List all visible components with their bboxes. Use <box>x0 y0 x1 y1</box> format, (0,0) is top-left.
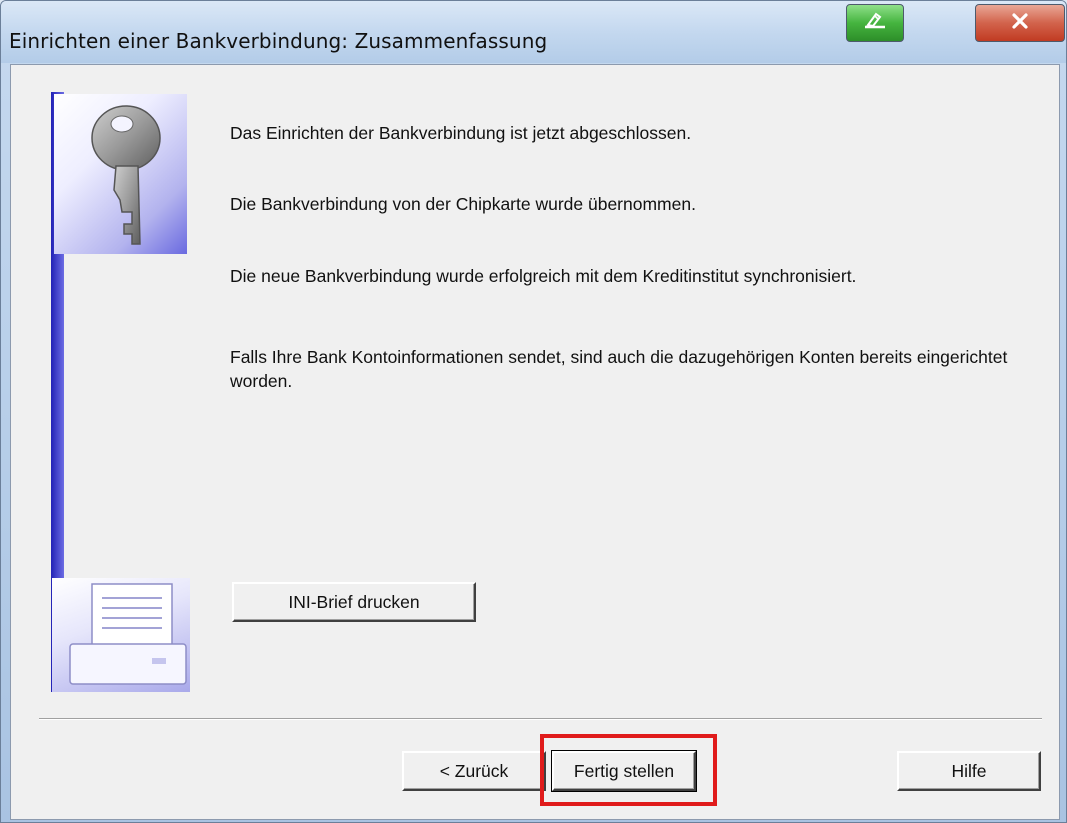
completion-message: Das Einrichten der Bankverbindung ist je… <box>230 123 692 143</box>
ini-letter-print-button[interactable]: INI-Brief drucken <box>232 582 476 622</box>
close-icon <box>1010 12 1030 35</box>
printer-icon <box>52 578 190 692</box>
signature-icon <box>862 10 888 37</box>
key-icon <box>54 94 187 254</box>
footer-separator <box>39 718 1042 720</box>
signature-button[interactable] <box>846 4 904 42</box>
accounts-message: Falls Ihre Bank Kontoinformationen sende… <box>230 347 1008 391</box>
title-bar[interactable]: Einrichten einer Bankverbindung: Zusamme… <box>1 1 1066 63</box>
help-button[interactable]: Hilfe <box>897 751 1041 791</box>
sync-message: Die neue Bankverbindung wurde erfolgreic… <box>230 266 857 286</box>
close-button[interactable] <box>975 4 1065 42</box>
finish-button-highlight <box>540 734 717 806</box>
chipcard-message: Die Bankverbindung von der Chipkarte wur… <box>230 194 696 214</box>
dialog-window: Einrichten einer Bankverbindung: Zusamme… <box>0 0 1067 823</box>
window-title: Einrichten einer Bankverbindung: Zusamme… <box>9 29 548 53</box>
back-button[interactable]: < Zurück <box>402 751 546 791</box>
dialog-client-area: Das Einrichten der Bankverbindung ist je… <box>10 64 1060 820</box>
